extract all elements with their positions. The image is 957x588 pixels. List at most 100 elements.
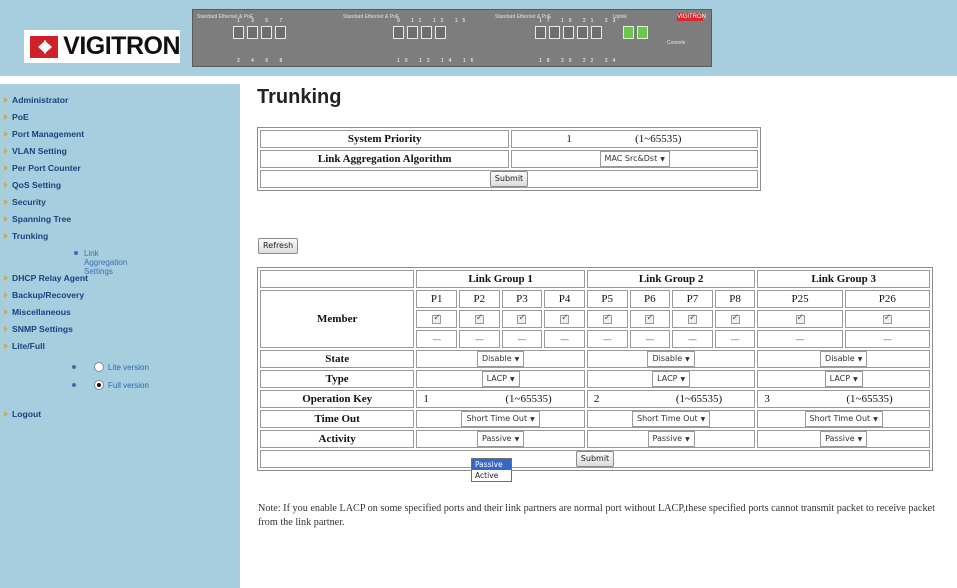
uplink-ports: [623, 26, 648, 39]
state-select-value: Disable: [652, 354, 683, 363]
member-checkbox[interactable]: [795, 313, 805, 324]
operation-key-cell: 3 (1~65535): [757, 390, 930, 408]
port-icon[interactable]: [233, 26, 244, 39]
port-icon[interactable]: [535, 26, 546, 39]
port-icon[interactable]: [275, 26, 286, 39]
activity-cell: Passive ▼: [757, 430, 930, 448]
type-label: Type: [260, 370, 415, 388]
member-checkbox[interactable]: [730, 313, 740, 324]
system-priority-range: (1~65535): [635, 133, 682, 145]
port-icon[interactable]: [577, 26, 588, 39]
port-icon[interactable]: [421, 26, 432, 39]
sidebar-item-administrator[interactable]: Administrator: [4, 95, 68, 105]
arrow-right-icon: [4, 292, 8, 298]
member-checkbox[interactable]: [560, 313, 570, 324]
sidebar-item-trunking[interactable]: Trunking: [4, 231, 48, 241]
member-label: Member: [260, 290, 415, 348]
operation-key-range: (1~65535): [846, 393, 893, 405]
system-priority-input[interactable]: 1: [512, 131, 632, 147]
type-select[interactable]: LACP ▼: [652, 371, 691, 387]
sidebar-item-poe[interactable]: PoE: [4, 112, 29, 122]
logo-mark-icon: [30, 35, 59, 58]
system-submit-button[interactable]: Submit: [489, 171, 529, 187]
activity-select[interactable]: Passive ▼: [820, 431, 868, 447]
sidebar-item-spanning-tree[interactable]: Spanning Tree: [4, 214, 71, 224]
member-checkbox[interactable]: [882, 313, 892, 324]
member-checkbox-cell: [714, 310, 756, 328]
member-status-cell: —: [629, 330, 671, 348]
operation-key-input[interactable]: 1: [417, 391, 505, 407]
uplink-port-icon[interactable]: [623, 26, 634, 39]
time-out-select[interactable]: Short Time Out ▼: [804, 411, 883, 427]
type-select[interactable]: LACP ▼: [824, 371, 863, 387]
port-group-1: [233, 26, 286, 39]
sidebar-item-per-port-counter[interactable]: Per Port Counter: [4, 163, 81, 173]
port-icon[interactable]: [393, 26, 404, 39]
chevron-down-icon: ▼: [514, 436, 520, 443]
type-select[interactable]: LACP ▼: [481, 371, 520, 387]
time-out-select[interactable]: Short Time Out ▼: [631, 411, 711, 427]
member-status: —: [602, 335, 612, 345]
member-checkbox[interactable]: [602, 313, 612, 324]
link-group-1-header: Link Group 1: [416, 270, 585, 288]
trunk-submit-button[interactable]: Submit: [575, 451, 615, 467]
lite-version-radio[interactable]: [94, 362, 104, 372]
sidebar-item-label: Port Management: [12, 129, 85, 139]
state-select[interactable]: Disable ▼: [820, 351, 868, 367]
activity-select[interactable]: Passive ▼: [477, 431, 525, 447]
port-icon[interactable]: [407, 26, 418, 39]
sidebar-item-security[interactable]: Security: [4, 197, 46, 207]
sidebar-subitem-link-aggregation[interactable]: Link Aggregation Settings: [74, 249, 194, 276]
page-title: Trunking: [257, 86, 342, 108]
member-checkbox[interactable]: [432, 313, 442, 324]
logo-text: VIGITRON: [63, 32, 180, 60]
port-icon[interactable]: [261, 26, 272, 39]
sidebar-item-miscellaneous[interactable]: Miscellaneous: [4, 307, 71, 317]
lacp-note: Note: If you enable LACP on some specifi…: [258, 503, 935, 528]
sidebar-item-qos-setting[interactable]: QoS Setting: [4, 180, 61, 190]
port-icon[interactable]: [549, 26, 560, 39]
port-icon[interactable]: [591, 26, 602, 39]
sidebar-item-vlan-setting[interactable]: VLAN Setting: [4, 146, 67, 156]
port-icon[interactable]: [247, 26, 258, 39]
sidebar-item-label: DHCP Relay Agent: [12, 273, 88, 283]
operation-key-input[interactable]: 3: [758, 391, 846, 407]
sidebar-item-backup-recovery[interactable]: Backup/Recovery: [4, 290, 84, 300]
activity-option-active[interactable]: Active: [472, 470, 511, 481]
full-version-radio[interactable]: [94, 380, 104, 390]
full-version-option[interactable]: Full version: [72, 380, 149, 390]
time-out-select[interactable]: Short Time Out ▼: [461, 411, 540, 427]
sidebar-item-logout[interactable]: Logout: [4, 409, 41, 419]
member-checkbox[interactable]: [687, 313, 697, 324]
sidebar-item-port-management[interactable]: Port Management: [4, 129, 84, 139]
lite-version-option[interactable]: Lite version: [72, 362, 149, 372]
sidebar-item-label: Backup/Recovery: [12, 290, 85, 300]
member-status-cell: —: [757, 330, 843, 348]
member-checkbox[interactable]: [474, 313, 484, 324]
activity-option-passive[interactable]: Passive: [472, 459, 511, 470]
sidebar-item-snmp-settings[interactable]: SNMP Settings: [4, 324, 73, 334]
state-select[interactable]: Disable ▼: [476, 351, 525, 367]
member-status-cell: —: [416, 330, 457, 348]
type-select-value: LACP: [657, 374, 678, 383]
member-checkbox-cell: [501, 310, 543, 328]
port-icon[interactable]: [435, 26, 446, 39]
member-checkbox-cell: [844, 310, 930, 328]
arrow-right-icon: [4, 97, 8, 103]
algorithm-select[interactable]: MAC Src&Dst ▼: [599, 151, 670, 167]
uplink-port-icon[interactable]: [637, 26, 648, 39]
state-select[interactable]: Disable ▼: [647, 351, 695, 367]
time-out-cell: Short Time Out ▼: [757, 410, 930, 428]
refresh-button[interactable]: Refresh: [258, 238, 299, 254]
sidebar-item-dhcp-relay-agent[interactable]: DHCP Relay Agent: [4, 273, 88, 283]
member-checkbox[interactable]: [517, 313, 527, 324]
member-status: —: [645, 335, 655, 345]
member-checkbox[interactable]: [645, 313, 655, 324]
operation-key-input[interactable]: 2: [588, 391, 676, 407]
state-cell: Disable ▼: [586, 350, 756, 368]
sidebar-item-lite-full[interactable]: Lite/Full: [4, 341, 45, 351]
port-label: P25: [757, 290, 843, 308]
port-icon[interactable]: [563, 26, 574, 39]
activity-select[interactable]: Passive ▼: [647, 431, 695, 447]
arrow-right-icon: [4, 114, 8, 120]
